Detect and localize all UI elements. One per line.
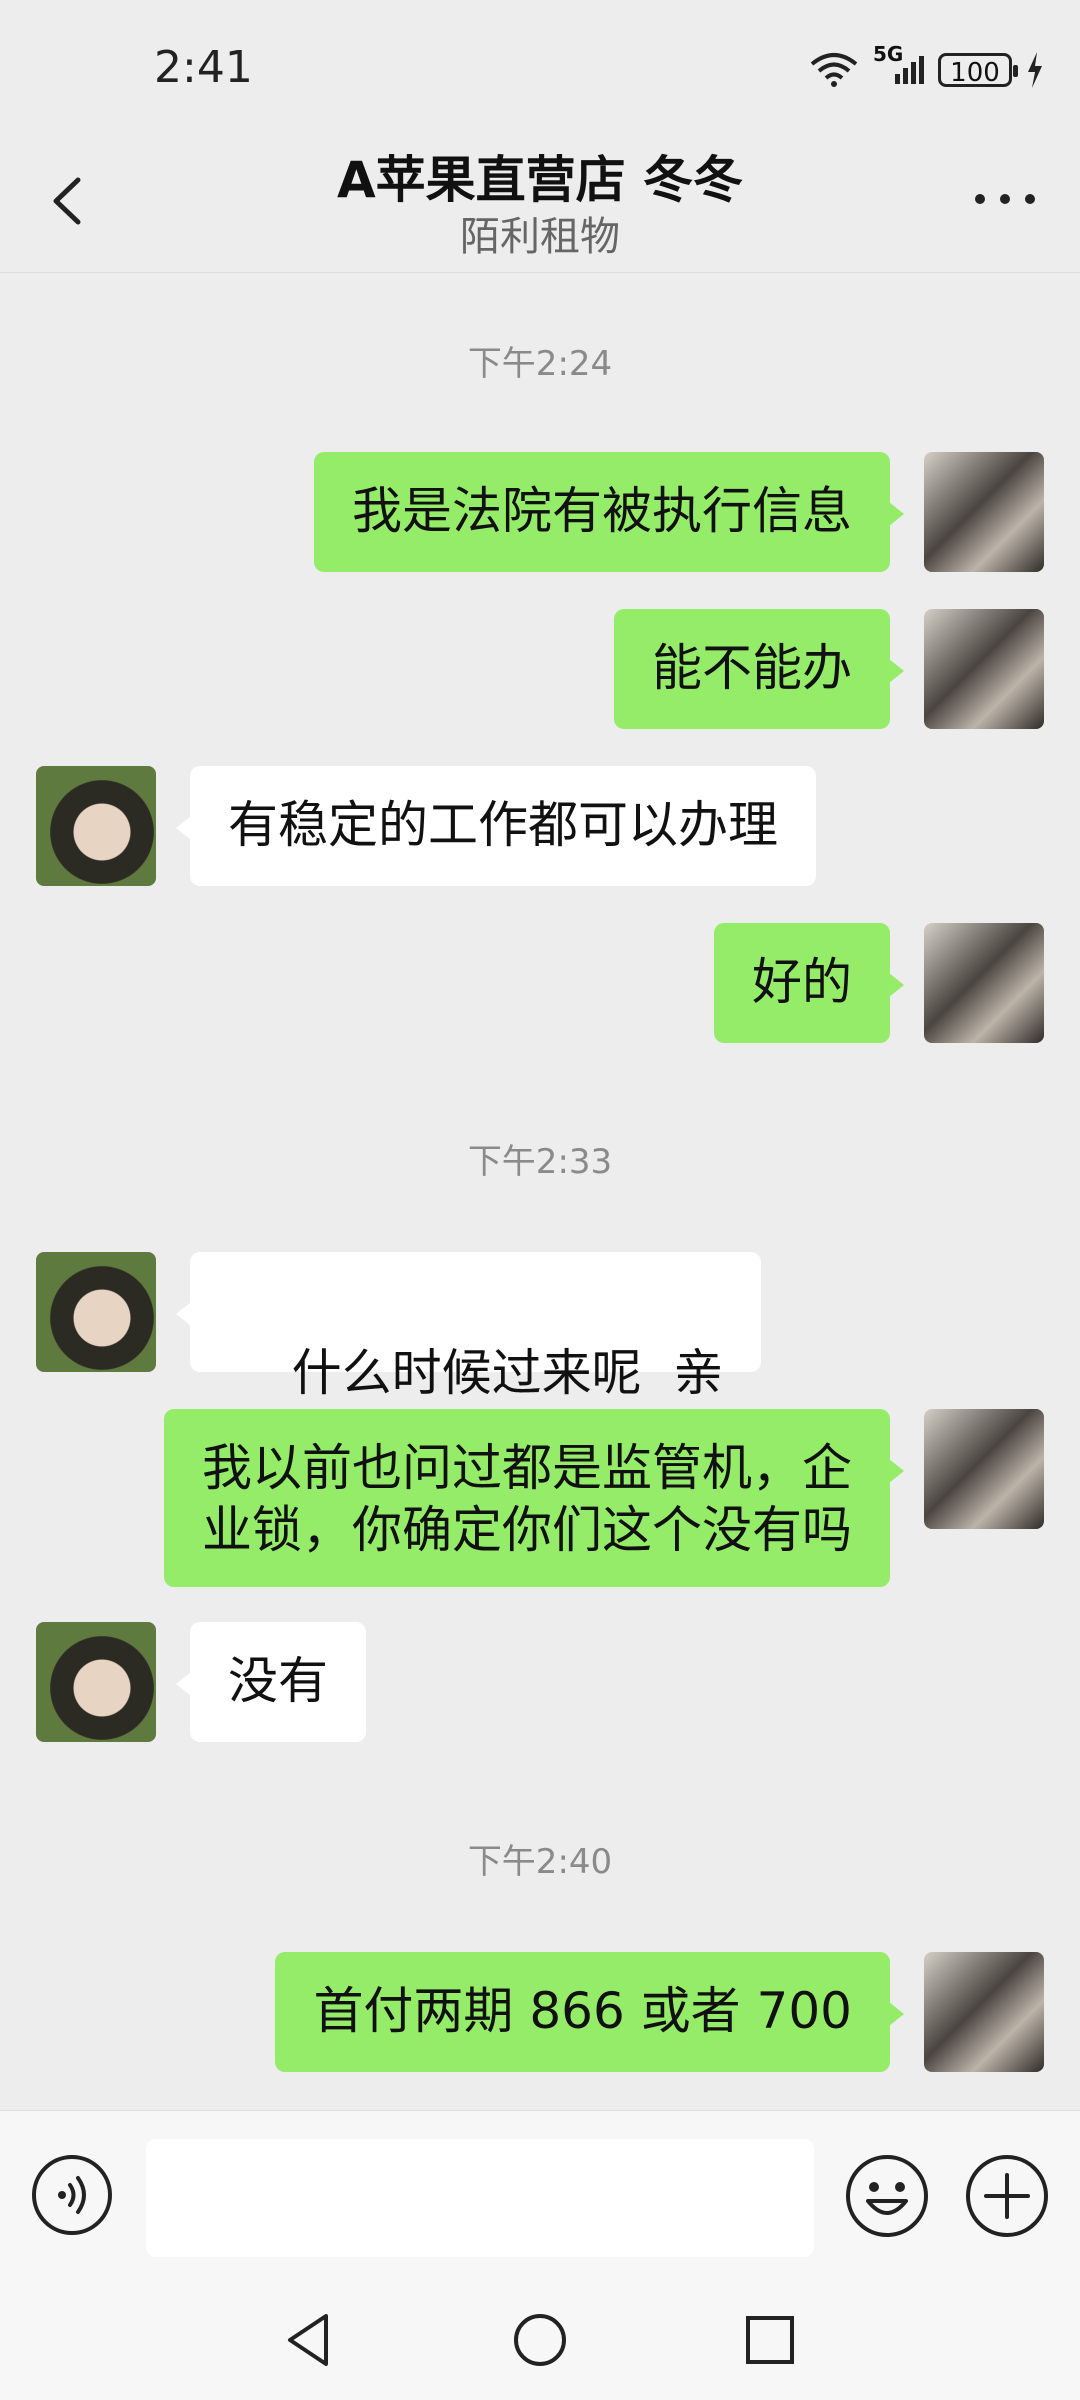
- message-text: 能不能办: [652, 639, 852, 697]
- status-time: 2:41: [154, 42, 253, 93]
- contact-avatar[interactable]: [36, 1622, 156, 1742]
- wifi-icon: [810, 53, 858, 87]
- message-text: 没有: [228, 1652, 328, 1710]
- nav-home-button[interactable]: [508, 2308, 572, 2372]
- sent-message[interactable]: 好的: [714, 923, 904, 1043]
- voice-icon: [32, 2155, 112, 2235]
- chat-subtitle: 陌利租物: [460, 214, 620, 260]
- plus-circle-icon: [966, 2155, 1048, 2237]
- network-type-label: 5G: [873, 42, 904, 66]
- system-nav-bar: [0, 2280, 1080, 2400]
- timestamp: 下午2:33: [467, 1142, 613, 1182]
- nav-back-button[interactable]: [278, 2308, 342, 2372]
- message-text: 有稳定的工作都可以办理: [228, 796, 778, 854]
- my-avatar[interactable]: [924, 1952, 1044, 2072]
- circle-home-icon: [514, 2314, 566, 2366]
- message-text: 好的: [752, 953, 852, 1011]
- timestamp: 下午2:24: [467, 344, 613, 384]
- my-avatar[interactable]: [924, 609, 1044, 729]
- message-text-line: 业锁，你确定你们这个没有吗: [202, 1501, 852, 1559]
- sent-message[interactable]: 我以前也问过都是监管机，企 业锁，你确定你们这个没有吗: [164, 1409, 904, 1587]
- chat-title: A苹果直营店 冬冬: [336, 151, 744, 209]
- sent-message[interactable]: 能不能办: [614, 609, 904, 729]
- sent-message[interactable]: 我是法院有被执行信息: [314, 452, 904, 572]
- more-functions-button[interactable]: [964, 2153, 1050, 2239]
- status-icons: 5G 100: [809, 42, 1044, 88]
- my-avatar[interactable]: [924, 923, 1044, 1043]
- input-bar: [0, 2110, 1080, 2281]
- received-message[interactable]: 没有: [176, 1622, 366, 1742]
- my-avatar[interactable]: [924, 1409, 1044, 1529]
- square-recents-icon: [746, 2316, 794, 2364]
- timestamp: 下午2:40: [467, 1842, 613, 1882]
- received-message[interactable]: 什么时候过来呢 亲: [175, 1252, 762, 1402]
- chat-header: A苹果直营店 冬冬 陌利租物: [0, 130, 1080, 273]
- received-message[interactable]: 有稳定的工作都可以办理: [176, 766, 816, 886]
- cellular-signal-icon: 5G: [873, 42, 924, 84]
- nav-recents-button[interactable]: [738, 2308, 802, 2372]
- contact-avatar[interactable]: [36, 1252, 156, 1372]
- message-input[interactable]: [146, 2139, 814, 2257]
- charging-bolt-icon: [1028, 52, 1042, 88]
- message-text-line: 我以前也问过都是监管机，企: [202, 1439, 852, 1497]
- status-bar: 2:41 5G 100: [0, 0, 1080, 130]
- contact-avatar[interactable]: [36, 766, 156, 886]
- smiley-icon: [846, 2155, 928, 2237]
- more-options-button[interactable]: [970, 174, 1040, 224]
- message-text: 什么时候过来呢 亲: [291, 1344, 724, 1402]
- message-text: 首付两期 866 或者 700: [313, 1982, 852, 2040]
- emoji-button[interactable]: [844, 2153, 930, 2239]
- my-avatar[interactable]: [924, 452, 1044, 572]
- battery-level: 100: [950, 58, 1000, 88]
- sent-message[interactable]: 首付两期 866 或者 700: [275, 1952, 904, 2072]
- triangle-back-icon: [288, 2314, 328, 2366]
- message-text: 我是法院有被执行信息: [352, 482, 852, 540]
- more-dots-icon: [975, 194, 1035, 204]
- battery-icon: 100: [938, 53, 1018, 88]
- voice-input-button[interactable]: [30, 2153, 114, 2237]
